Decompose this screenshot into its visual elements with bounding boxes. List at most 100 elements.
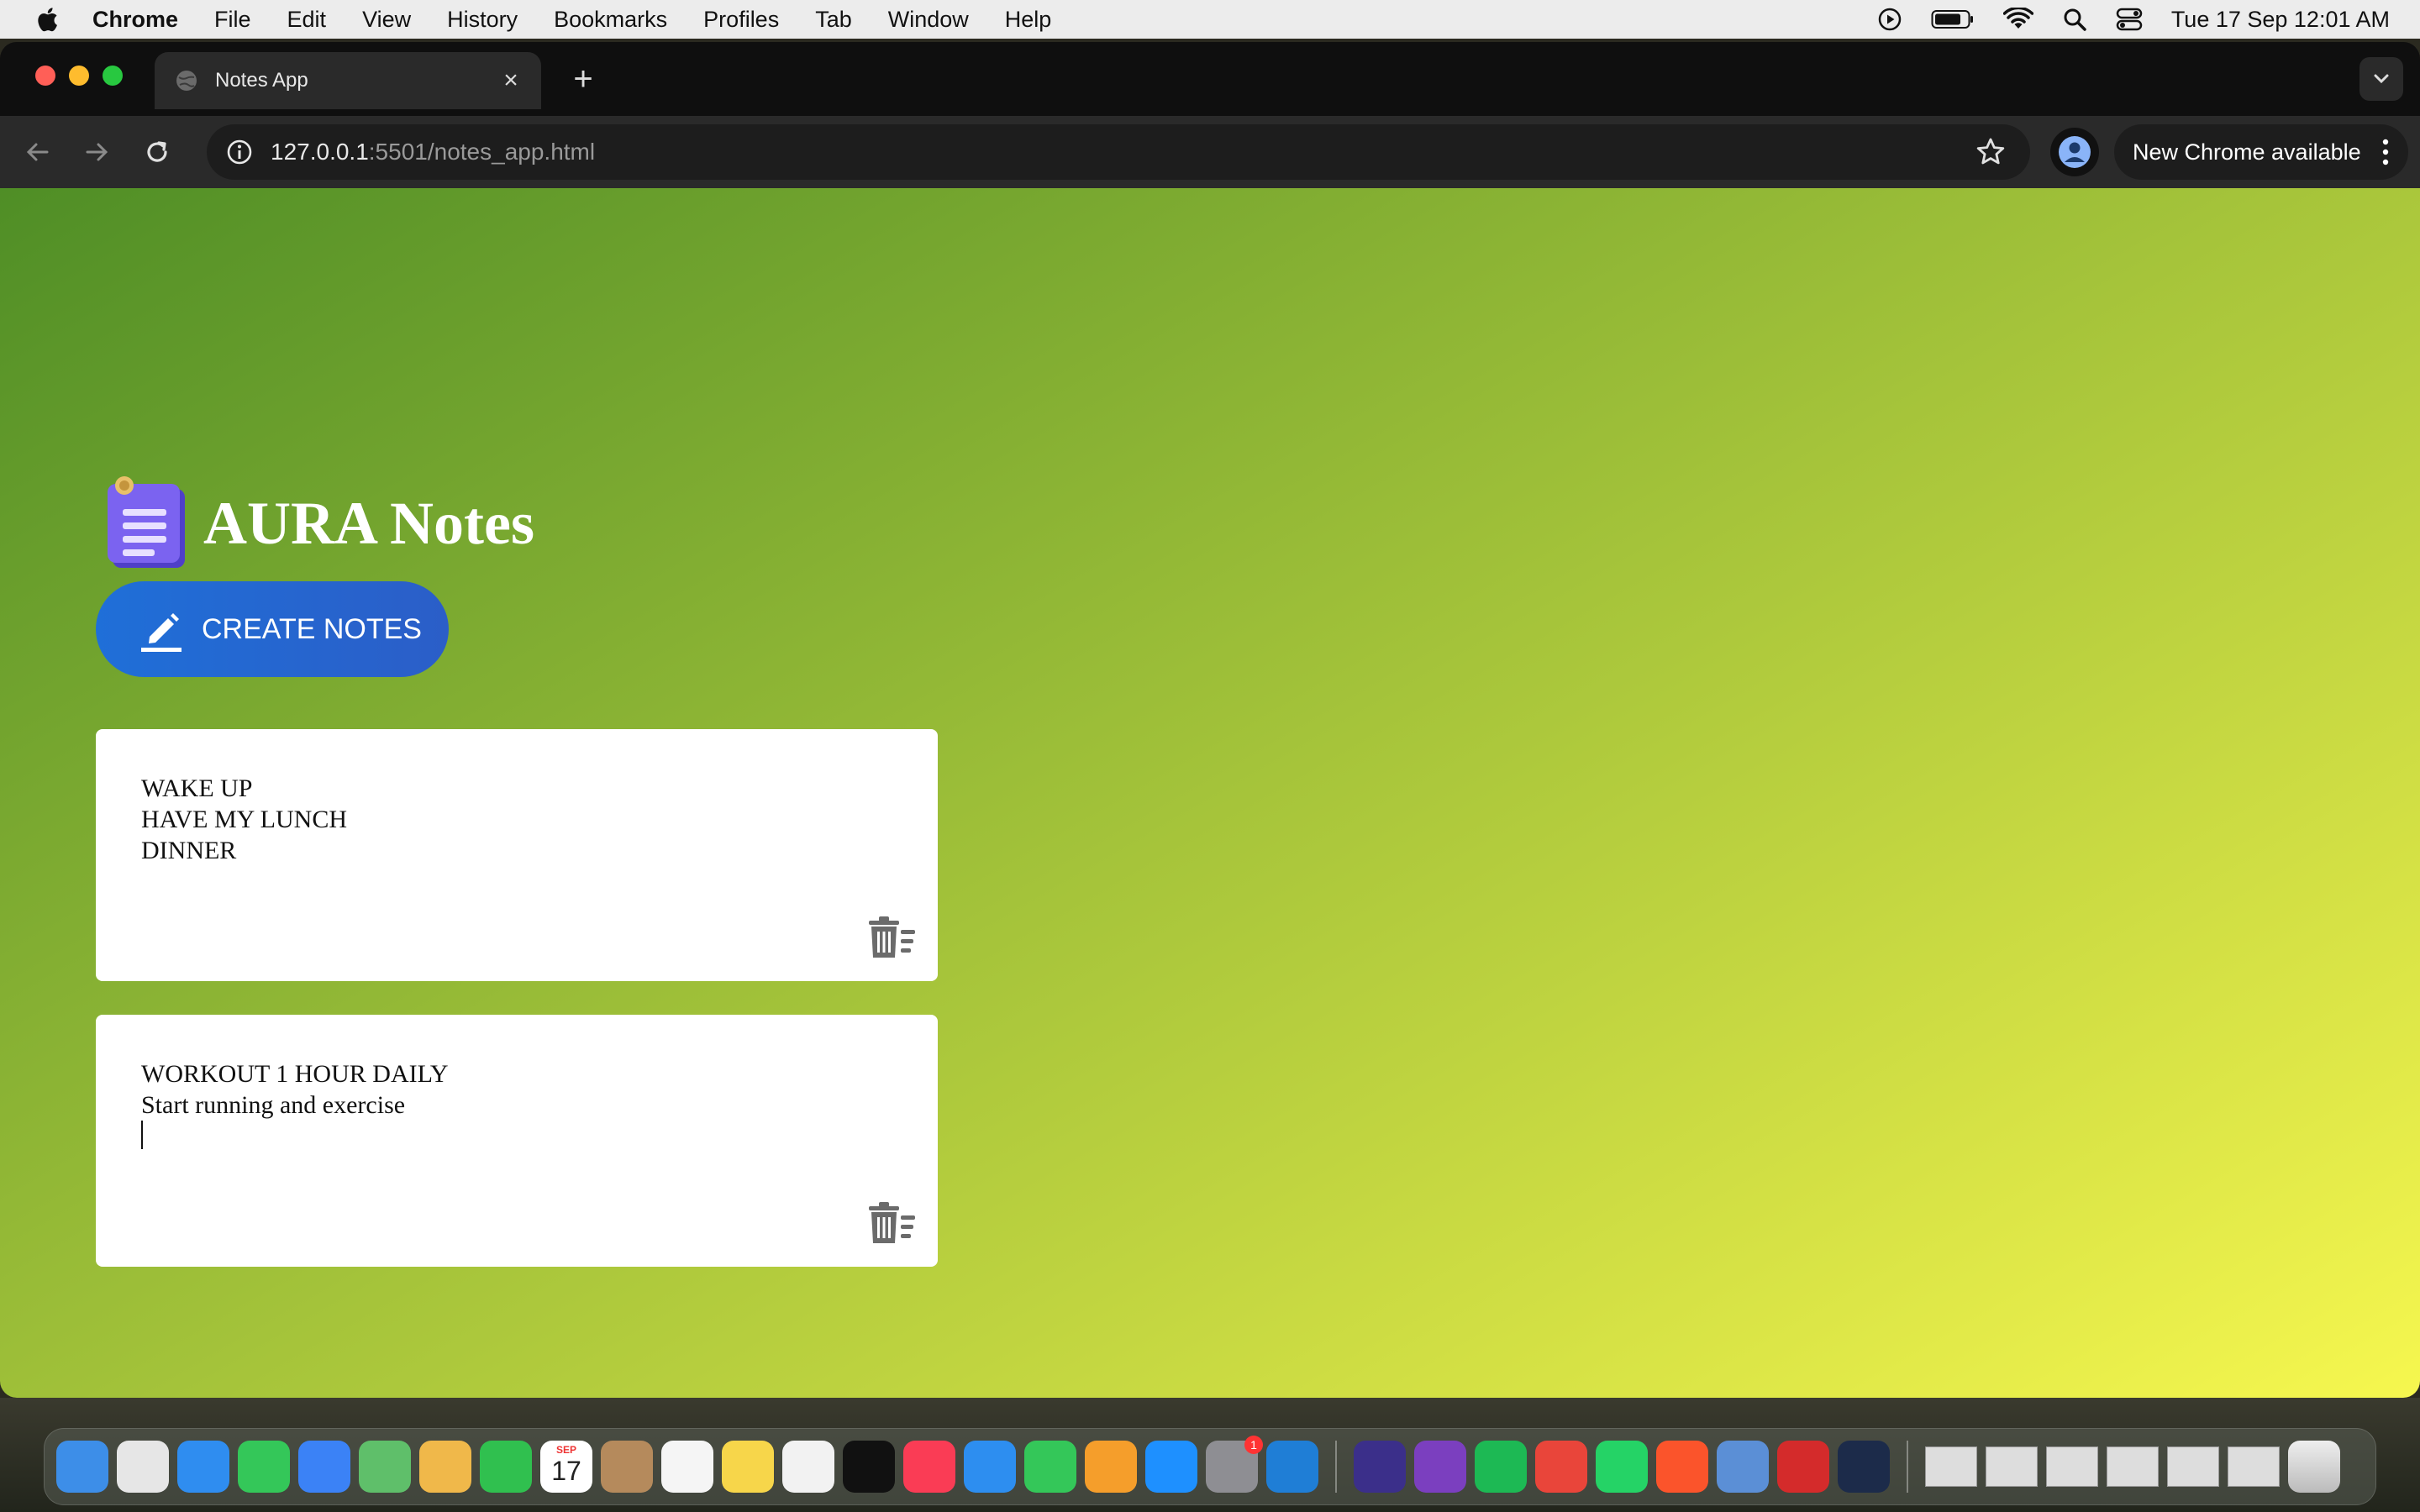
- user-icon: [2059, 136, 2091, 168]
- pages-icon[interactable]: [1085, 1441, 1137, 1493]
- intellij-icon[interactable]: [1354, 1441, 1406, 1493]
- minimized-window-thumbnail[interactable]: [2046, 1446, 2098, 1487]
- site-info-icon[interactable]: [225, 138, 254, 166]
- reminders-icon[interactable]: [661, 1441, 713, 1493]
- menu-window[interactable]: Window: [888, 7, 969, 33]
- mail-icon[interactable]: [298, 1441, 350, 1493]
- contacts-icon[interactable]: [601, 1441, 653, 1493]
- chrome-window: Notes App × + 127.0.0.1:5501/notes_app.h…: [0, 42, 2420, 1398]
- menu-app-name[interactable]: Chrome: [92, 7, 178, 33]
- macos-menu-bar: Chrome File Edit View History Bookmarks …: [0, 0, 2420, 39]
- arrow-left-icon: [26, 143, 49, 161]
- menu-view[interactable]: View: [362, 7, 411, 33]
- trash-bin-icon[interactable]: [2288, 1441, 2340, 1493]
- page-viewport: AURA Notes CREATE NOTES WAKE UP HAVE MY …: [0, 188, 2420, 1398]
- now-playing-icon[interactable]: [1877, 7, 1902, 32]
- menu-edit[interactable]: Edit: [287, 7, 327, 33]
- trash-icon[interactable]: [867, 1201, 916, 1245]
- launchpad-icon[interactable]: [117, 1441, 169, 1493]
- profile-avatar[interactable]: [2050, 128, 2099, 176]
- pencil-icon: [141, 613, 182, 652]
- whatsapp-icon[interactable]: [1596, 1441, 1648, 1493]
- numbers-icon[interactable]: [1024, 1441, 1076, 1493]
- reload-icon: [147, 141, 167, 162]
- app-store-icon[interactable]: [1145, 1441, 1197, 1493]
- note-text[interactable]: WORKOUT 1 HOUR DAILY Start running and e…: [141, 1058, 449, 1157]
- minimized-window-thumbnail[interactable]: [1986, 1446, 2038, 1487]
- tab-title: Notes App: [215, 69, 308, 92]
- note-card[interactable]: WAKE UP HAVE MY LUNCH DINNER: [96, 729, 938, 981]
- tv-icon[interactable]: [843, 1441, 895, 1493]
- arrow-right-icon: [86, 143, 108, 161]
- zoom-window-button[interactable]: [103, 66, 123, 86]
- calendar-day: 17: [551, 1456, 581, 1486]
- reload-button[interactable]: [138, 133, 176, 171]
- minimize-window-button[interactable]: [69, 66, 89, 86]
- chrome-update-label: New Chrome available: [2133, 139, 2361, 165]
- spotify-icon[interactable]: [1475, 1441, 1527, 1493]
- vscode-icon[interactable]: [1266, 1441, 1318, 1493]
- create-notes-button[interactable]: CREATE NOTES: [96, 581, 449, 677]
- notes-icon[interactable]: [722, 1441, 774, 1493]
- notepad-logo-icon: [108, 476, 185, 568]
- tab-search-button[interactable]: [2360, 57, 2403, 101]
- calendar-month: SEP: [555, 1444, 576, 1456]
- menu-bookmarks[interactable]: Bookmarks: [554, 7, 667, 33]
- apple-menu-icon[interactable]: [34, 5, 59, 34]
- minimized-window-thumbnail[interactable]: [2228, 1446, 2280, 1487]
- quicktime-icon[interactable]: [1838, 1441, 1890, 1493]
- tab-notes-app[interactable]: Notes App ×: [155, 52, 541, 109]
- keynote-icon[interactable]: [964, 1441, 1016, 1493]
- messages-icon[interactable]: [238, 1441, 290, 1493]
- menu-file[interactable]: File: [214, 7, 251, 33]
- new-tab-button[interactable]: +: [565, 60, 602, 97]
- macos-dock: SEP 17 1: [44, 1428, 2376, 1505]
- notification-badge: 1: [1244, 1436, 1263, 1454]
- menu-clock[interactable]: Tue 17 Sep 12:01 AM: [2171, 7, 2390, 33]
- trash-icon[interactable]: [867, 916, 916, 959]
- dock-separator: [1907, 1441, 1908, 1493]
- menu-tab[interactable]: Tab: [815, 7, 852, 33]
- control-center-icon[interactable]: [2116, 7, 2143, 32]
- safari-icon[interactable]: [177, 1441, 229, 1493]
- minimized-window-thumbnail[interactable]: [2107, 1446, 2159, 1487]
- chrome-icon[interactable]: [1535, 1441, 1587, 1493]
- freeform-icon[interactable]: [782, 1441, 834, 1493]
- note-card[interactable]: WORKOUT 1 HOUR DAILY Start running and e…: [96, 1015, 938, 1267]
- minimized-window-thumbnail[interactable]: [1925, 1446, 1977, 1487]
- brave-icon[interactable]: [1656, 1441, 1708, 1493]
- menu-help[interactable]: Help: [1005, 7, 1052, 33]
- browser-toolbar: 127.0.0.1:5501/notes_app.html New Chrome…: [0, 116, 2420, 188]
- chrome-update-button[interactable]: New Chrome available: [2114, 124, 2408, 180]
- close-window-button[interactable]: [35, 66, 55, 86]
- music-icon[interactable]: [903, 1441, 955, 1493]
- close-tab-icon[interactable]: ×: [499, 68, 523, 93]
- photos-icon[interactable]: [419, 1441, 471, 1493]
- system-settings-icon[interactable]: 1: [1206, 1436, 1263, 1493]
- dock-separator: [1335, 1441, 1337, 1493]
- bookmark-star-icon[interactable]: [1975, 136, 2007, 168]
- text-caret: [141, 1121, 143, 1149]
- forward-button[interactable]: [77, 133, 116, 171]
- back-button[interactable]: [18, 133, 57, 171]
- wifi-icon[interactable]: [2002, 8, 2033, 31]
- menu-history[interactable]: History: [447, 7, 518, 33]
- battery-icon[interactable]: [1931, 8, 1975, 30]
- minimized-window-thumbnail[interactable]: [2167, 1446, 2219, 1487]
- menu-profiles[interactable]: Profiles: [703, 7, 779, 33]
- finder-icon[interactable]: [56, 1441, 108, 1493]
- globe-icon: [176, 71, 197, 91]
- facetime-icon[interactable]: [480, 1441, 532, 1493]
- photo-booth-icon[interactable]: [1777, 1441, 1829, 1493]
- preview-icon[interactable]: [1717, 1441, 1769, 1493]
- spotlight-search-icon[interactable]: [2062, 7, 2087, 32]
- more-menu-icon[interactable]: [2381, 136, 2390, 168]
- maps-icon[interactable]: [359, 1441, 411, 1493]
- url-path: :5501/notes_app.html: [368, 139, 596, 165]
- github-desktop-icon[interactable]: [1414, 1441, 1466, 1493]
- window-controls: [35, 66, 123, 86]
- note-text[interactable]: WAKE UP HAVE MY LUNCH DINNER: [141, 773, 347, 866]
- address-bar[interactable]: 127.0.0.1:5501/notes_app.html: [207, 124, 2030, 180]
- tab-strip: Notes App × +: [0, 42, 2420, 116]
- calendar-icon[interactable]: SEP 17: [540, 1441, 592, 1493]
